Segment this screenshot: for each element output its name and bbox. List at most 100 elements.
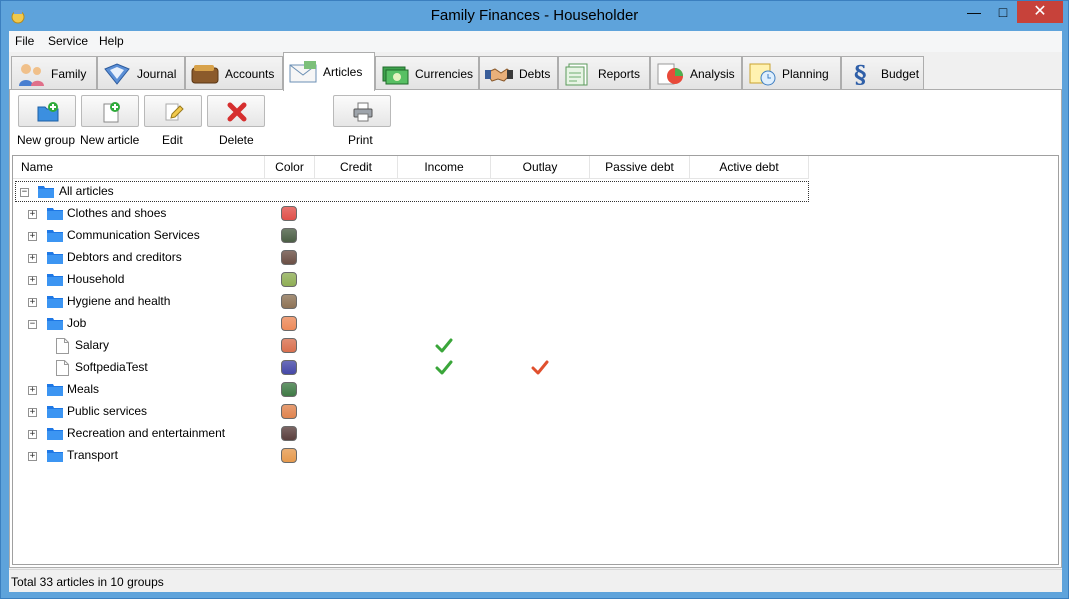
color-swatch[interactable] xyxy=(281,294,297,309)
articles-tree-grid[interactable]: Name Color Credit Income Outlay Passive … xyxy=(12,155,1059,565)
client-area: File Service Help Family Journal Account… xyxy=(9,31,1062,592)
menu-bar: File Service Help xyxy=(9,31,1062,52)
color-swatch[interactable] xyxy=(281,206,297,221)
tab-family-label: Family xyxy=(51,66,87,81)
close-button[interactable]: ✕ xyxy=(1017,1,1063,23)
new-group-button[interactable] xyxy=(18,95,76,127)
print-button[interactable] xyxy=(333,95,391,127)
maximize-button[interactable]: □ xyxy=(989,1,1017,23)
menu-service[interactable]: Service xyxy=(48,34,88,48)
tab-reports-label: Reports xyxy=(598,66,641,81)
folder-icon xyxy=(47,274,63,286)
folder-icon xyxy=(47,252,63,264)
tab-budget[interactable]: § Budget xyxy=(841,56,924,90)
tree-group-row[interactable]: + Meals xyxy=(13,379,1058,401)
edit-label: Edit xyxy=(162,133,183,147)
paragraph-icon: § xyxy=(854,61,867,87)
tab-journal[interactable]: Journal xyxy=(97,56,185,90)
tab-currencies-label: Currencies xyxy=(415,66,474,81)
tree-group-row[interactable]: + Debtors and creditors xyxy=(13,247,1058,269)
tab-debts[interactable]: Debts xyxy=(479,56,558,90)
tree-group-row[interactable]: + Public services xyxy=(13,401,1058,423)
color-swatch[interactable] xyxy=(281,448,297,463)
folder-icon xyxy=(47,230,63,242)
tab-articles[interactable]: Articles xyxy=(283,52,375,91)
status-bar: Total 33 articles in 10 groups xyxy=(9,569,1062,592)
color-swatch[interactable] xyxy=(281,426,297,441)
tree-root-row[interactable]: − All articles xyxy=(13,181,1058,203)
color-swatch[interactable] xyxy=(281,338,297,353)
tab-accounts[interactable]: Accounts xyxy=(185,56,283,90)
tree-group-row[interactable]: − Job xyxy=(13,313,1058,335)
menu-file[interactable]: File xyxy=(15,34,34,48)
tree-row-label: Transport xyxy=(67,448,118,462)
articles-panel: New group New article Edit Delete Print … xyxy=(9,89,1062,568)
outlay-check-icon[interactable] xyxy=(531,360,549,376)
expand-icon[interactable]: + xyxy=(28,452,37,461)
expand-icon[interactable]: + xyxy=(28,298,37,307)
title-bar[interactable]: Family Finances - Householder — □ ✕ xyxy=(1,1,1068,31)
color-swatch[interactable] xyxy=(281,250,297,265)
tree-row-label: SoftpediaTest xyxy=(75,360,148,374)
tab-analysis[interactable]: Analysis xyxy=(650,56,742,90)
tree-group-row[interactable]: + Hygiene and health xyxy=(13,291,1058,313)
expand-icon[interactable]: + xyxy=(28,408,37,417)
color-swatch[interactable] xyxy=(281,228,297,243)
folder-icon xyxy=(47,208,63,220)
edit-button[interactable] xyxy=(144,95,202,127)
color-swatch[interactable] xyxy=(281,382,297,397)
folder-icon xyxy=(47,450,63,462)
minimize-button[interactable]: — xyxy=(959,1,989,23)
folder-icon xyxy=(38,186,54,198)
delete-x-icon xyxy=(227,102,247,122)
tree-row-label: Public services xyxy=(67,404,148,418)
tab-strip: Family Journal Accounts Articles Currenc… xyxy=(9,52,1062,91)
column-credit[interactable]: Credit xyxy=(315,156,398,179)
tree-group-row[interactable]: + Recreation and entertainment xyxy=(13,423,1058,445)
income-check-icon[interactable] xyxy=(435,360,453,376)
color-swatch[interactable] xyxy=(281,360,297,375)
tree-row-label: Meals xyxy=(67,382,100,396)
tree-article-row[interactable]: SoftpediaTest xyxy=(13,357,1058,379)
color-swatch[interactable] xyxy=(281,316,297,331)
column-name[interactable]: Name xyxy=(13,156,265,179)
expand-icon[interactable]: + xyxy=(28,276,37,285)
tree-article-row[interactable]: Salary xyxy=(13,335,1058,357)
color-swatch[interactable] xyxy=(281,272,297,287)
color-swatch[interactable] xyxy=(281,404,297,419)
tree-group-row[interactable]: + Household xyxy=(13,269,1058,291)
new-article-button[interactable] xyxy=(81,95,139,127)
menu-help[interactable]: Help xyxy=(99,34,124,48)
envelope-icon xyxy=(289,61,317,83)
collapse-icon[interactable]: − xyxy=(28,320,37,329)
toolbar: New group New article Edit Delete Print xyxy=(10,90,1061,154)
tab-currencies[interactable]: Currencies xyxy=(375,56,479,90)
tree-group-row[interactable]: + Transport xyxy=(13,445,1058,467)
column-outlay[interactable]: Outlay xyxy=(491,156,590,179)
delete-button[interactable] xyxy=(207,95,265,127)
tab-family[interactable]: Family xyxy=(11,56,97,90)
tree-group-row[interactable]: + Communication Services xyxy=(13,225,1058,247)
expand-icon[interactable]: + xyxy=(28,232,37,241)
column-active-debt[interactable]: Active debt xyxy=(690,156,809,179)
expand-icon[interactable]: + xyxy=(28,210,37,219)
column-income[interactable]: Income xyxy=(398,156,491,179)
svg-text:§: § xyxy=(854,61,867,87)
wallet-icon xyxy=(191,64,219,83)
folder-icon xyxy=(47,428,63,440)
expand-icon[interactable]: + xyxy=(28,386,37,395)
tab-reports[interactable]: Reports xyxy=(558,56,650,90)
column-color[interactable]: Color xyxy=(265,156,315,179)
expand-icon[interactable]: + xyxy=(28,430,37,439)
collapse-icon[interactable]: − xyxy=(20,188,29,197)
column-passive-debt[interactable]: Passive debt xyxy=(590,156,690,179)
income-check-icon[interactable] xyxy=(435,338,453,354)
tab-planning[interactable]: Planning xyxy=(742,56,841,90)
document-icon xyxy=(56,360,69,376)
tab-budget-label: Budget xyxy=(881,66,920,81)
tree-group-row[interactable]: + Clothes and shoes xyxy=(13,203,1058,225)
tab-analysis-label: Analysis xyxy=(690,66,735,81)
report-icon xyxy=(565,63,588,85)
expand-icon[interactable]: + xyxy=(28,254,37,263)
folder-icon xyxy=(47,406,63,418)
